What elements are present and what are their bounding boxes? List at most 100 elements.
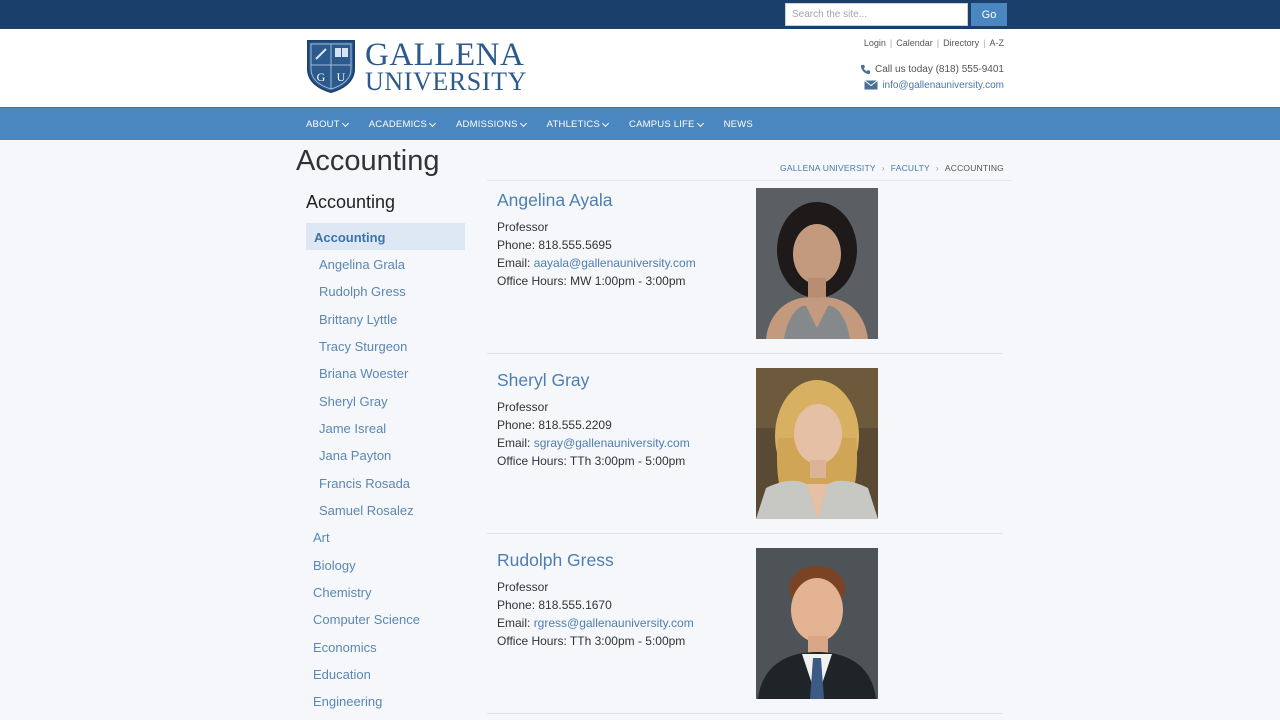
nav-athletics[interactable]: ATHLETICS — [546, 119, 610, 130]
breadcrumb-home[interactable]: GALLENA UNIVERSITY — [780, 163, 876, 173]
faculty-title: Professor — [497, 220, 549, 234]
nav-admissions[interactable]: ADMISSIONS — [456, 119, 527, 130]
nav-campus-life-label: CAMPUS LIFE — [629, 119, 695, 130]
main-nav: ABOUT ACADEMICS ADMISSIONS ATHLETICS CAM… — [0, 107, 1280, 140]
nav-academics[interactable]: ACADEMICS — [368, 119, 437, 130]
sidebar-subitem[interactable]: Francis Rosada — [319, 476, 410, 491]
shield-letter-u: U — [337, 70, 346, 84]
sidebar-item-department[interactable]: Economics — [313, 640, 377, 655]
breadcrumb-faculty[interactable]: FACULTY — [891, 163, 930, 173]
faculty-email: Email: aayala@gallenauniversity.com — [497, 256, 696, 270]
contact-phone: Call us today (818) 555-9401 — [860, 64, 1004, 75]
chevron-down-icon — [341, 119, 349, 127]
hours-label: Office Hours: — [497, 634, 570, 648]
site-header: G U GALLENA UNIVERSITY Login | Calendar | Di… — [0, 29, 1280, 107]
sidebar-item-department[interactable]: Chemistry — [313, 585, 372, 600]
hours-label: Office Hours: — [497, 274, 571, 288]
entry-divider — [487, 533, 1003, 534]
util-link-a-z[interactable]: A-Z — [990, 38, 1005, 48]
chevron-down-icon — [601, 119, 610, 127]
sidebar-subitem[interactable]: Briana Woester — [319, 366, 408, 381]
sidebar-item-department[interactable]: Engineering — [313, 694, 382, 709]
page-title: Accounting — [296, 145, 440, 177]
search-go-button[interactable]: Go — [971, 3, 1007, 26]
phone-text: Call us today (818) 555-9401 — [875, 64, 1004, 76]
utility-links: Login | Calendar | Directory | A-Z — [863, 38, 1005, 48]
email-label: Email: — [497, 256, 534, 270]
hours-value: MW 1:00pm - 3:00pm — [570, 274, 686, 288]
faculty-phone: Phone: 818.555.2209 — [497, 418, 612, 432]
faculty-title: Professor — [497, 580, 549, 594]
faculty-entry: Rudolph Gress Professor Phone: 818.555.1… — [487, 548, 1003, 720]
phone-label: Phone: — [497, 418, 539, 432]
faculty-name[interactable]: Rudolph Gress — [497, 550, 614, 571]
nav-campus-life[interactable]: CAMPUS LIFE — [629, 119, 704, 130]
nav-about-label: ABOUT — [306, 119, 340, 130]
phone-icon — [860, 64, 871, 75]
sidebar-subitem[interactable]: Brittany Lyttle — [319, 312, 397, 327]
sidebar-subitem[interactable]: Jame Isreal — [319, 421, 386, 436]
contact-email[interactable]: info@gallenauniversity.com — [864, 80, 1004, 91]
nav-news[interactable]: NEWS — [724, 119, 753, 130]
breadcrumb: GALLENA UNIVERSITY › FACULTY › ACCOUNTING — [780, 163, 1004, 173]
university-wordmark[interactable]: GALLENA UNIVERSITY — [365, 39, 527, 95]
chevron-down-icon — [519, 119, 527, 127]
faculty-email: Email: rgress@gallenauniversity.com — [497, 616, 694, 630]
sidebar-item-department[interactable]: Art — [313, 530, 330, 545]
email-link[interactable]: rgress@gallenauniversity.com — [534, 616, 694, 630]
phone-label: Phone: — [497, 238, 539, 252]
phone-value: 818.555.2209 — [538, 418, 612, 432]
faculty-entry: Angelina Ayala Professor Phone: 818.555.… — [487, 188, 1003, 372]
nav-news-label: NEWS — [723, 119, 753, 130]
faculty-photo — [756, 188, 878, 339]
faculty-office-hours: Office Hours: TTh 3:00pm - 5:00pm — [497, 634, 685, 648]
email-link[interactable]: aayala@gallenauniversity.com — [534, 256, 696, 270]
entry-divider — [487, 353, 1003, 354]
sidebar-item-department[interactable]: Biology — [313, 558, 356, 573]
faculty-name[interactable]: Sheryl Gray — [497, 370, 589, 391]
email-label: Email: — [497, 616, 534, 630]
faculty-title: Professor — [497, 400, 549, 414]
faculty-email: Email: sgray@gallenauniversity.com — [497, 436, 690, 450]
email-link[interactable]: info@gallenauniversity.com — [882, 80, 1004, 91]
sidebar-item-department[interactable]: Computer Science — [313, 612, 420, 627]
faculty-photo — [756, 548, 878, 699]
phone-value: 818.555.1670 — [538, 598, 612, 612]
nav-athletics-label: ATHLETICS — [546, 119, 601, 130]
sidebar-subitem[interactable]: Sheryl Gray — [319, 394, 388, 409]
sidebar-subitem[interactable]: Samuel Rosalez — [319, 503, 414, 518]
faculty-phone: Phone: 818.555.5695 — [497, 238, 612, 252]
nav-about[interactable]: ABOUT — [306, 119, 349, 130]
hours-value: TTh 3:00pm - 5:00pm — [569, 454, 686, 468]
logo-line-2: UNIVERSITY — [365, 67, 527, 96]
sidebar-title: Accounting — [306, 192, 396, 212]
util-link-login[interactable]: Login — [864, 38, 886, 48]
top-bar: Go — [0, 0, 1280, 29]
university-shield-logo[interactable]: G U — [306, 39, 356, 93]
sidebar-subitem[interactable]: Angelina Grala — [319, 257, 405, 272]
faculty-name[interactable]: Angelina Ayala — [497, 190, 612, 211]
breadcrumb-current: ACCOUNTING — [944, 163, 1004, 173]
faculty-photo — [756, 368, 878, 519]
sidebar-subitem[interactable]: Jana Payton — [319, 448, 391, 463]
email-link[interactable]: sgray@gallenauniversity.com — [534, 436, 690, 450]
faculty-entry: Sheryl Gray Professor Phone: 818.555.220… — [487, 368, 1003, 552]
chevron-down-icon — [696, 119, 704, 127]
divider — [487, 180, 1012, 181]
search-input[interactable] — [785, 3, 968, 26]
hours-label: Office Hours: — [497, 454, 570, 468]
nav-admissions-label: ADMISSIONS — [456, 119, 518, 130]
sidebar-subitem[interactable]: Tracy Sturgeon — [319, 339, 407, 354]
breadcrumb-separator: › — [935, 163, 939, 173]
util-link-directory[interactable]: Directory — [943, 38, 979, 48]
sidebar-item-department[interactable]: Education — [313, 667, 371, 682]
util-link-calendar[interactable]: Calendar — [896, 38, 933, 48]
phone-value: 818.555.5695 — [538, 238, 612, 252]
chevron-down-icon — [428, 119, 437, 127]
phone-label: Phone: — [497, 598, 539, 612]
nav-academics-label: ACADEMICS — [368, 119, 428, 130]
sidebar-subitem[interactable]: Rudolph Gress — [319, 284, 406, 299]
sidebar-item-accounting-active[interactable]: Accounting — [306, 223, 465, 250]
breadcrumb-separator: › — [881, 163, 885, 173]
faculty-phone: Phone: 818.555.1670 — [497, 598, 612, 612]
